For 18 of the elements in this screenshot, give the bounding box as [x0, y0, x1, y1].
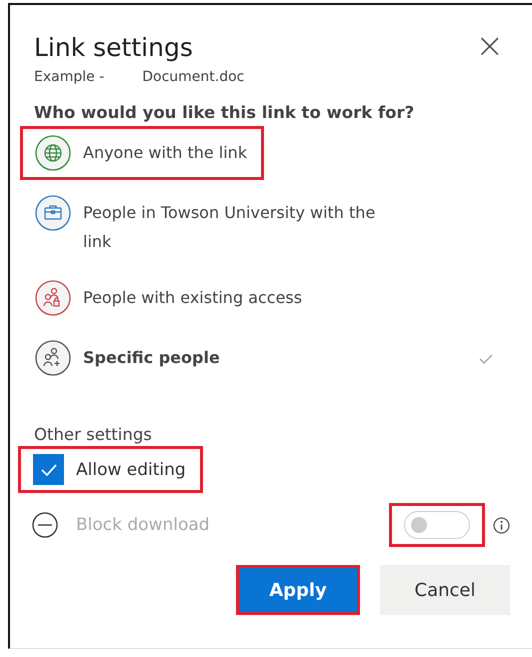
block-download-label: Block download: [76, 515, 210, 535]
close-button[interactable]: ×: [470, 29, 510, 63]
check-icon: [479, 354, 493, 364]
apply-button[interactable]: Apply: [236, 565, 360, 615]
block-icon: [32, 512, 58, 538]
audience-option[interactable]: Specific people: [20, 331, 510, 385]
allow-editing-checkbox[interactable]: Allow editing: [18, 446, 203, 493]
section-heading: Other settings: [34, 425, 153, 444]
section-heading: Who would you like this link to work for?: [34, 103, 416, 122]
dialog-title: Link settings: [34, 33, 193, 62]
audience-option[interactable]: People with existing access: [20, 271, 320, 325]
audience-option[interactable]: Anyone with the link: [20, 126, 264, 180]
checkmark-icon: [40, 464, 56, 476]
file-name-text: Example -: [34, 69, 104, 85]
info-icon[interactable]: [493, 516, 510, 534]
file-name-text: Document.doc: [142, 69, 244, 85]
cancel-button[interactable]: Cancel: [380, 565, 510, 615]
audience-option[interactable]: People in Towson University with the link: [20, 186, 400, 265]
